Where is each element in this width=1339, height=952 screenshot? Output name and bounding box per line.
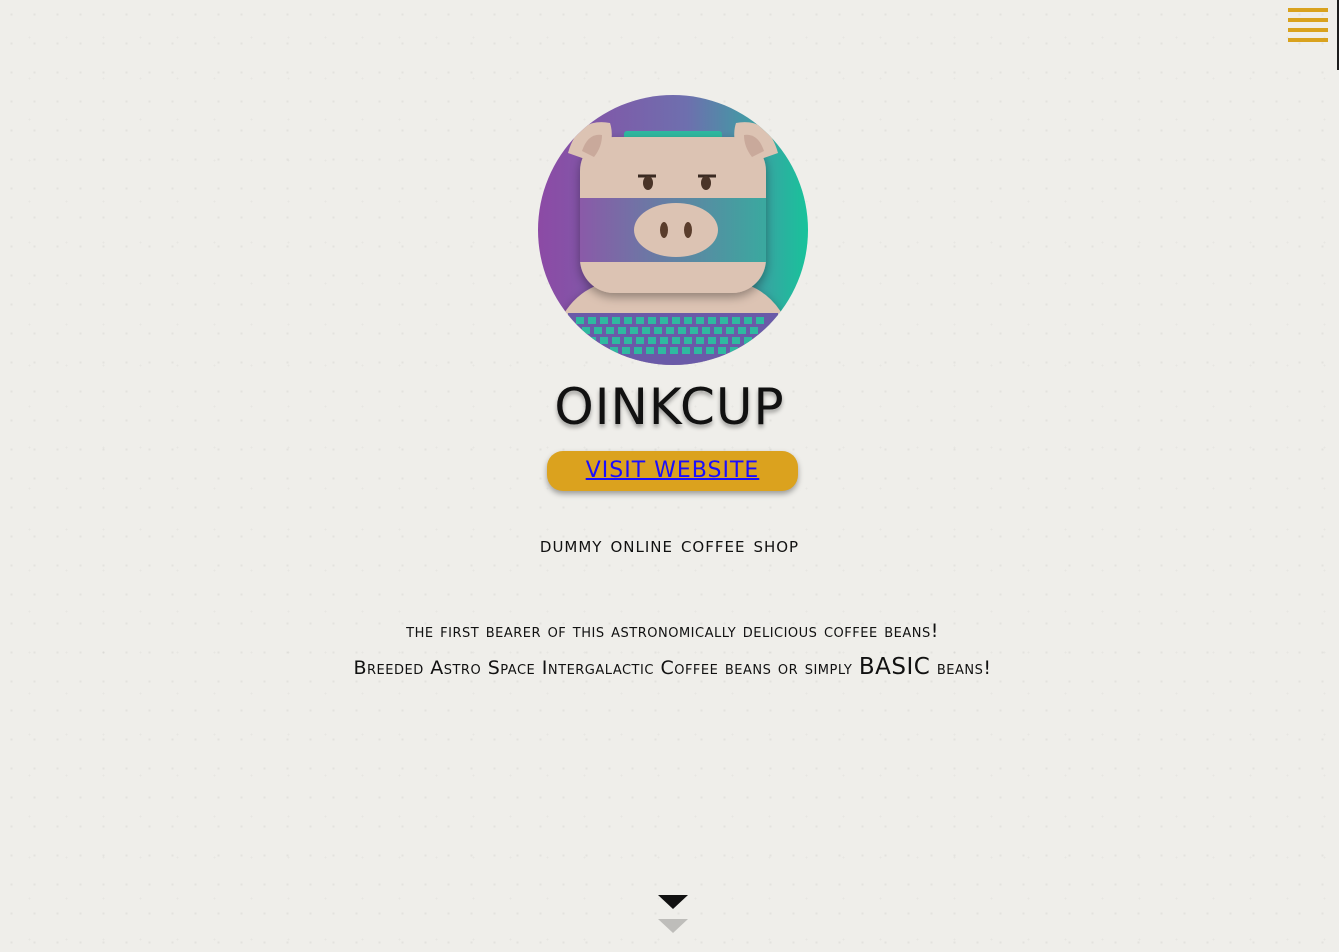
visit-website-link[interactable]: VISIT WEBSITE [586,458,760,483]
pig-coffee-logo [538,95,808,365]
menu-bar [1288,28,1328,32]
hamburger-menu-button[interactable] [1288,8,1328,44]
project-description: THE FIRST BEARER OF THIS ASTRONOMICALLY … [300,616,1045,689]
project-subtitle: DUMMY ONLINE COFFEE SHOP [539,533,800,558]
scroll-down-button[interactable] [657,893,689,937]
description-strong: BASIC [858,654,931,680]
description-line-2a: Breeded Astro Space Intergalactic Coffee… [353,657,853,679]
chevron-down-icon [658,895,688,933]
menu-bar [1288,18,1328,22]
description-line-2: Breeded Astro Space Intergalactic Coffee… [300,646,1045,689]
menu-bar [1288,38,1328,42]
menu-bar [1288,8,1328,12]
project-title: OINKCUP [554,378,785,436]
visit-website-button[interactable]: VISIT WEBSITE [547,451,798,491]
description-line-2b: beans! [930,657,992,679]
description-line-1: THE FIRST BEARER OF THIS ASTRONOMICALLY … [406,620,939,642]
